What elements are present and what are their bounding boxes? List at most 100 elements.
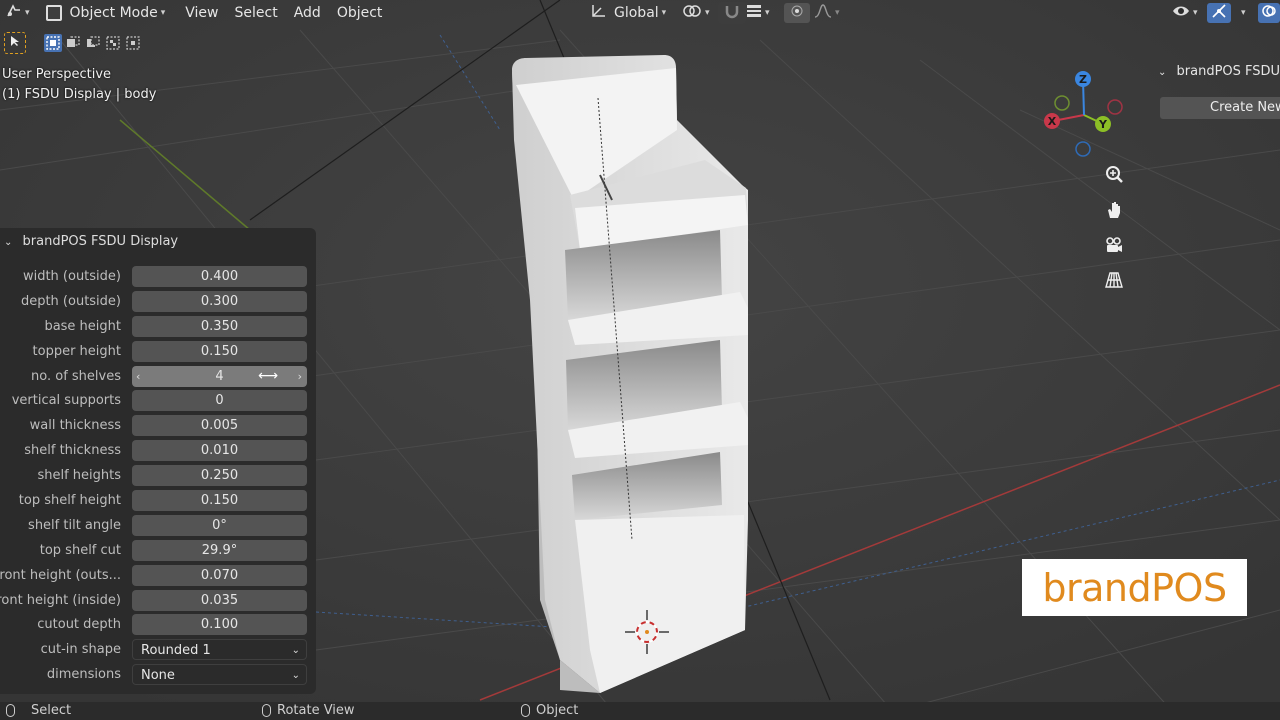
wall-thickness-field[interactable]: 0.005 <box>132 415 307 437</box>
create-new-button[interactable]: Create New <box>1160 97 1280 119</box>
menu-add[interactable]: Add <box>286 5 329 21</box>
falloff-selector[interactable]: ▾ <box>808 2 846 24</box>
property-label: no. of shelves <box>31 368 121 384</box>
dimensions-select[interactable]: None ⌄ <box>132 664 307 686</box>
falloff-curve-icon <box>814 4 832 22</box>
tool-header <box>4 32 142 54</box>
transform-orientation-label: Global <box>614 5 659 21</box>
chevron-down-icon: ▾ <box>705 8 710 18</box>
zoom-button[interactable] <box>1099 162 1129 192</box>
brandpos-logo: brand POS <box>1022 559 1247 616</box>
property-row: no. of shelves ‹ 4 ⟷ › <box>0 365 316 390</box>
proportional-edit-toggle[interactable] <box>784 3 810 23</box>
redo-last-panel: ⌄ brandPOS FSDU Display width (outside) … <box>0 228 316 694</box>
shelf-tilt-angle-field[interactable]: 0° <box>132 514 307 536</box>
decrement-arrow-icon[interactable]: ‹ <box>136 366 140 387</box>
base-height-field[interactable]: 0.350 <box>132 315 307 337</box>
chevron-down-icon: ▾ <box>835 8 840 18</box>
select-invert-button[interactable] <box>104 34 122 52</box>
property-row: shelf tilt angle 0° <box>0 514 316 539</box>
top-shelf-cut-field[interactable]: 29.9° <box>132 539 307 561</box>
shelf-thickness-field[interactable]: 0.010 <box>132 440 307 462</box>
status-rotate-text: Rotate View <box>277 703 355 718</box>
transform-orientation-selector[interactable]: Global ▾ <box>584 2 672 24</box>
chevron-down-icon: ▾ <box>160 8 166 18</box>
property-row: wall thickness 0.005 <box>0 414 316 439</box>
cursor-arrow-icon <box>9 35 21 51</box>
camera-icon <box>1104 235 1124 259</box>
overlays-icon <box>1262 4 1276 22</box>
transform-orientation-icon <box>590 3 608 23</box>
property-row: shelf thickness 0.010 <box>0 439 316 464</box>
mouse-right-icon <box>521 704 530 717</box>
overlays-toggle[interactable] <box>1258 3 1280 23</box>
selection-mode-group <box>44 34 142 52</box>
shelves-count-field[interactable]: ‹ 4 ⟷ › <box>132 365 307 387</box>
property-label: base height <box>44 318 121 334</box>
cutout-depth-field[interactable]: 0.100 <box>132 614 307 636</box>
topper-height-field[interactable]: 0.150 <box>132 340 307 362</box>
chevron-down-icon: ⌄ <box>4 237 13 248</box>
status-select-text: Select <box>31 703 72 718</box>
pivot-point-button[interactable]: ▾ <box>676 2 716 24</box>
logo-brand-text: brand <box>1042 565 1152 610</box>
mode-selector[interactable]: Object Mode ▾ <box>40 2 172 24</box>
chevron-down-icon: ⌄ <box>1158 67 1167 78</box>
width-field[interactable]: 0.400 <box>132 266 307 287</box>
cut-in-shape-select[interactable]: Rounded 1 ⌄ <box>132 639 307 661</box>
select-subtract-button[interactable] <box>84 34 102 52</box>
chevron-down-icon: ⌄ <box>291 645 300 657</box>
status-bar: Select Rotate View Object <box>0 702 1280 720</box>
depth-field[interactable]: 0.300 <box>132 290 307 312</box>
mouse-middle-icon <box>262 704 271 717</box>
eye-icon <box>1172 4 1190 22</box>
menu-object[interactable]: Object <box>329 5 391 21</box>
gizmo-options-button[interactable]: ▾ <box>1232 2 1252 24</box>
sidebar-panel-header[interactable]: ⌄ brandPOS FSDU D <box>1158 64 1280 79</box>
property-label: top shelf cut <box>39 542 121 558</box>
property-list: width (outside) 0.400 depth (outside) 0.… <box>0 265 316 688</box>
property-label: wall thickness <box>29 418 121 434</box>
magnifier-plus-icon <box>1104 165 1124 189</box>
snap-target-selector[interactable]: ▾ <box>740 2 776 24</box>
property-label: dimensions <box>46 667 121 683</box>
gizmo-x-label: X <box>1048 115 1057 128</box>
property-row: front height (outs... 0.070 <box>0 564 316 589</box>
mouse-left-icon <box>6 704 15 717</box>
select-intersect-button[interactable] <box>124 34 142 52</box>
viewport-header: ▾ Object Mode ▾ View Select Add Object G… <box>0 0 1280 26</box>
perspective-label: User Perspective <box>2 67 112 82</box>
shelf-heights-field[interactable]: 0.250 <box>132 465 307 487</box>
horizontal-resize-cursor-icon: ⟷ <box>258 367 279 384</box>
menu-view[interactable]: View <box>177 5 226 21</box>
active-object-label: (1) FSDU Display | body <box>2 87 157 102</box>
sidebar-panel-title: brandPOS FSDU D <box>1176 64 1280 79</box>
chevron-down-icon: ▾ <box>25 8 30 18</box>
property-row: cut-in shape Rounded 1 ⌄ <box>0 638 316 663</box>
select-extend-button[interactable] <box>64 34 82 52</box>
property-row: base height 0.350 <box>0 315 316 340</box>
status-select-hint: Select <box>6 703 71 718</box>
select-tool-button[interactable] <box>4 32 26 54</box>
panel-header[interactable]: ⌄ brandPOS FSDU Display <box>4 234 178 249</box>
logo-pos-text: POS <box>1151 565 1227 610</box>
pan-button[interactable] <box>1099 197 1129 227</box>
proportional-edit-icon <box>790 4 804 22</box>
top-shelf-height-field[interactable]: 0.150 <box>132 490 307 512</box>
front-height-outside-field[interactable]: 0.070 <box>132 564 307 586</box>
increment-arrow-icon[interactable]: › <box>298 366 302 387</box>
editor-type-button[interactable]: ▾ <box>0 2 36 24</box>
front-height-inside-field[interactable]: 0.035 <box>132 589 307 611</box>
ortho-toggle-button[interactable] <box>1099 267 1129 297</box>
chevron-down-icon: ▾ <box>1241 8 1246 18</box>
camera-view-button[interactable] <box>1099 232 1129 262</box>
property-row: width (outside) 0.400 <box>0 265 316 290</box>
vertical-supports-field[interactable]: 0 <box>132 390 307 412</box>
menu-select[interactable]: Select <box>227 5 286 21</box>
gizmo-toggle[interactable] <box>1207 3 1231 23</box>
visibility-selector[interactable]: ▾ <box>1166 2 1204 24</box>
select-new-button[interactable] <box>44 34 62 52</box>
grid-perspective-icon <box>1104 270 1124 294</box>
chevron-down-icon: ⌄ <box>291 670 300 682</box>
property-label: topper height <box>32 343 121 359</box>
